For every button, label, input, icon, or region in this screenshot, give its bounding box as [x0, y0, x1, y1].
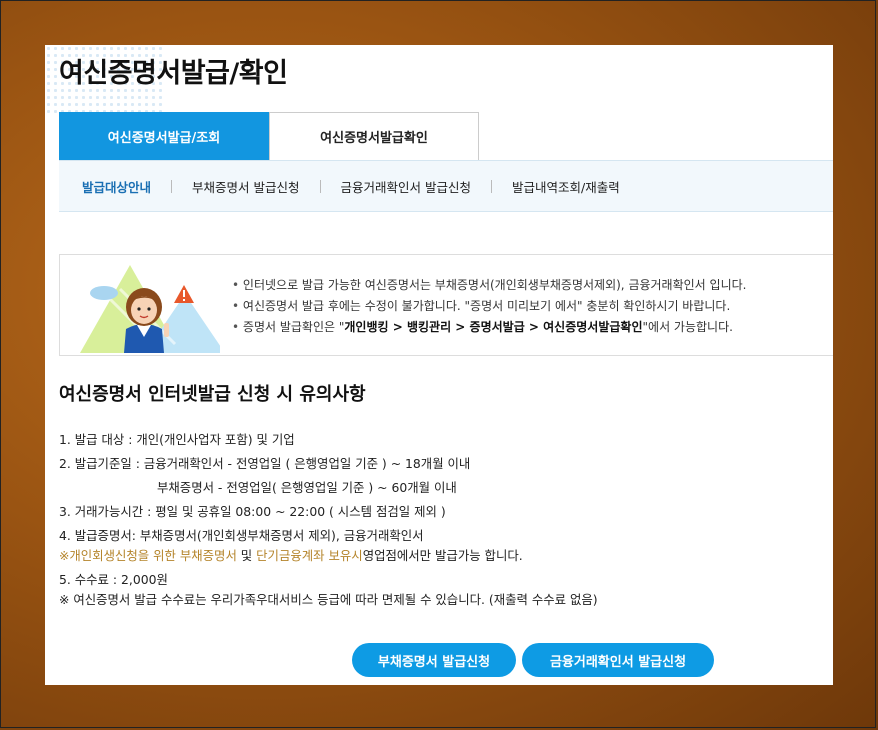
info-fee: 5. 수수료 : 2,000원 — [59, 572, 168, 587]
content-page: 여신증명서발급/확인 여신증명서발급/조회 여신증명서발급확인 발급대상안내 부… — [45, 45, 833, 685]
tab-bar: 여신증명서발급/조회 여신증명서발급확인 — [59, 112, 479, 160]
info-note-fee: ※ 여신증명서 발급 수수료는 우리가족우대서비스 등급에 따라 면제될 수 있… — [59, 592, 598, 607]
cloud-icon — [90, 286, 118, 300]
subnav-finance-confirmation[interactable]: 금융거래확인서 발급신청 — [321, 177, 491, 196]
section-title: 여신증명서 인터넷발급 신청 시 유의사항 — [59, 384, 366, 405]
info-hours: 3. 거래가능시간 : 평일 및 공휴일 08:00 ~ 22:00 ( 시스템… — [59, 504, 446, 519]
sub-navigation: 발급대상안내 부채증명서 발급신청 금융거래확인서 발급신청 발급내역조회/재출… — [59, 160, 833, 212]
notice-item: 여신증명서 발급 후에는 수정이 불가합니다. "증명서 미리보기 에서" 충분… — [232, 296, 746, 317]
finance-confirmation-button[interactable]: 금융거래확인서 발급신청 — [522, 643, 714, 677]
notice-box: 인터넷으로 발급 가능한 여신증명서는 부채증명서(개인회생부채증명서제외), … — [59, 254, 833, 356]
subnav-debt-certificate[interactable]: 부채증명서 발급신청 — [172, 177, 319, 196]
subnav-target-guide[interactable]: 발급대상안내 — [59, 177, 171, 196]
info-base-date-debt: 부채증명서 - 전영업일( 은행영업일 기준 ) ~ 60개월 이내 — [157, 480, 457, 495]
subnav-history-reprint[interactable]: 발급내역조회/재출력 — [492, 177, 640, 196]
tab-issue-inquiry[interactable]: 여신증명서발급/조회 — [59, 112, 269, 160]
tab-issue-confirm[interactable]: 여신증명서발급확인 — [269, 112, 479, 160]
info-note-branch: ※개인회생신청을 위한 부채증명서 및 단기금융계좌 보유시영업점에서만 발급가… — [59, 548, 523, 563]
menu-path: 개인뱅킹 > 뱅킹관리 > 증명서발급 > 여신증명서발급확인 — [344, 320, 643, 334]
notice-list: 인터넷으로 발급 가능한 여신증명서는 부채증명서(개인회생부채증명서제외), … — [232, 275, 747, 338]
debt-certificate-button[interactable]: 부채증명서 발급신청 — [352, 643, 516, 677]
info-target: 1. 발급 대상 : 개인(개인사업자 포함) 및 기업 — [59, 432, 295, 447]
notice-item: 증명서 발급확인은 "개인뱅킹 > 뱅킹관리 > 증명서발급 > 여신증명서발급… — [232, 317, 746, 338]
counselor-illustration — [80, 265, 220, 353]
info-base-date: 2. 발급기준일 : 금융거래확인서 - 전영업일 ( 은행영업일 기준 ) ~… — [59, 456, 471, 471]
notice-item: 인터넷으로 발급 가능한 여신증명서는 부채증명서(개인회생부채증명서제외), … — [232, 275, 747, 296]
page-title: 여신증명서발급/확인 — [59, 58, 288, 89]
info-certificates: 4. 발급증명서: 부채증명서(개인회생부채증명서 제외), 금융거래확인서 — [59, 528, 424, 543]
